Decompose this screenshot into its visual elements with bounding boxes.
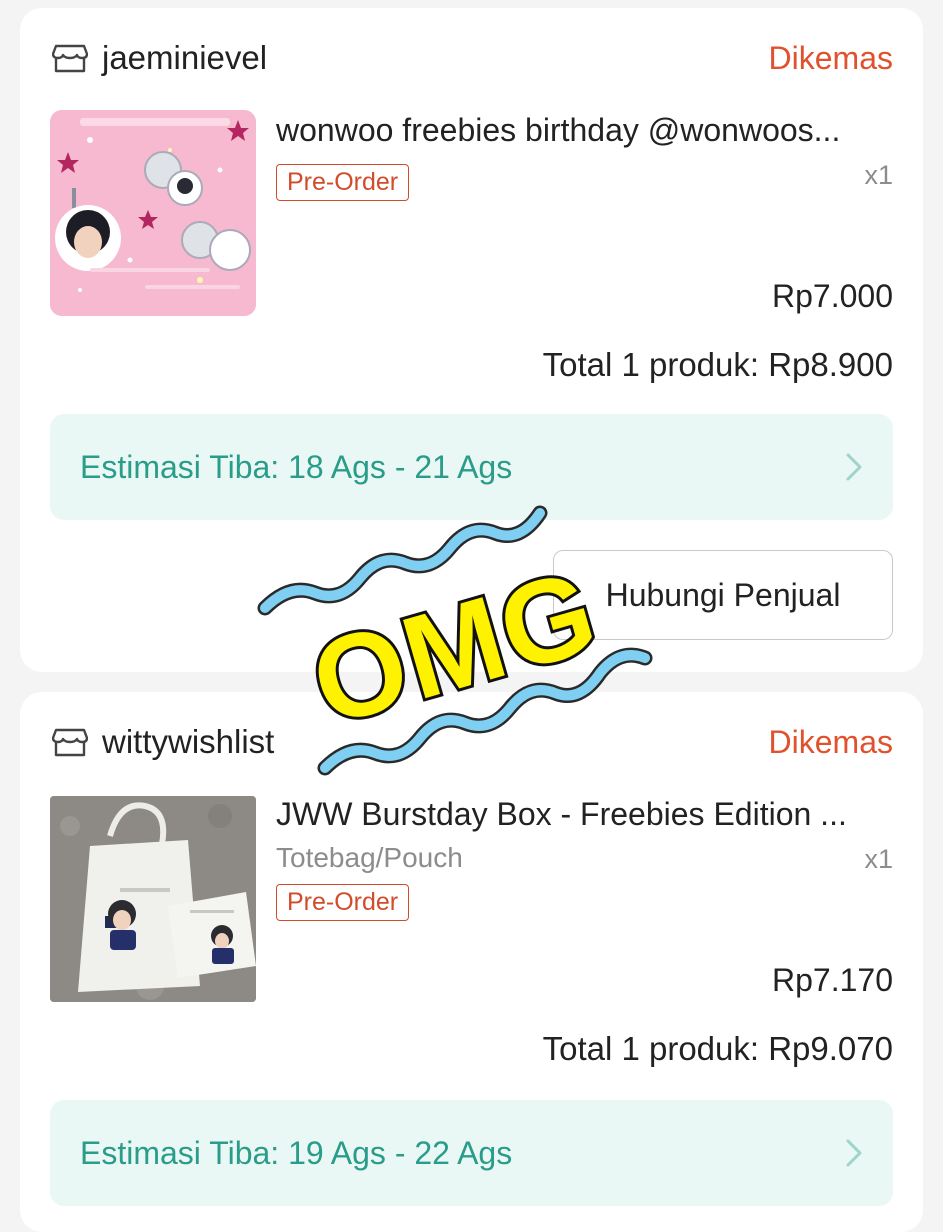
order-status: Dikemas <box>768 723 893 760</box>
chevron-right-icon <box>846 453 862 481</box>
product-image[interactable] <box>50 796 256 1002</box>
product-image[interactable] <box>50 110 256 316</box>
delivery-estimate-text: Estimasi Tiba: 19 Ags - 22 Ags <box>80 1134 513 1171</box>
preorder-badge: Pre-Order <box>276 884 410 921</box>
delivery-estimate-text: Estimasi Tiba: 18 Ags - 21 Ags <box>80 448 513 485</box>
product-price: Rp7.000 <box>772 278 893 314</box>
order-total: Total 1 produk: Rp8.900 <box>542 346 893 383</box>
shop-name[interactable]: wittywishlist <box>102 723 274 761</box>
product-quantity: x1 <box>864 160 893 190</box>
order-status: Dikemas <box>768 39 893 76</box>
shop-header[interactable]: jaeminievel Dikemas <box>52 36 893 80</box>
omg-sticker: OMG <box>257 505 653 776</box>
delivery-estimate[interactable]: Estimasi Tiba: 19 Ags - 22 Ags <box>50 1100 893 1206</box>
order-total: Total 1 produk: Rp9.070 <box>542 1030 893 1067</box>
product-price: Rp7.170 <box>772 962 893 998</box>
product-title[interactable]: wonwoo freebies birthday @wonwoos... <box>276 112 893 149</box>
product-variant: Totebag/Pouch <box>276 842 463 873</box>
product-quantity: x1 <box>864 844 893 874</box>
store-icon <box>52 728 88 757</box>
store-icon <box>52 44 88 73</box>
product-title[interactable]: JWW Burstday Box - Freebies Edition ... <box>276 796 893 833</box>
preorder-badge: Pre-Order <box>276 164 410 201</box>
chevron-right-icon <box>846 1139 862 1167</box>
shop-name[interactable]: jaeminievel <box>102 39 267 77</box>
